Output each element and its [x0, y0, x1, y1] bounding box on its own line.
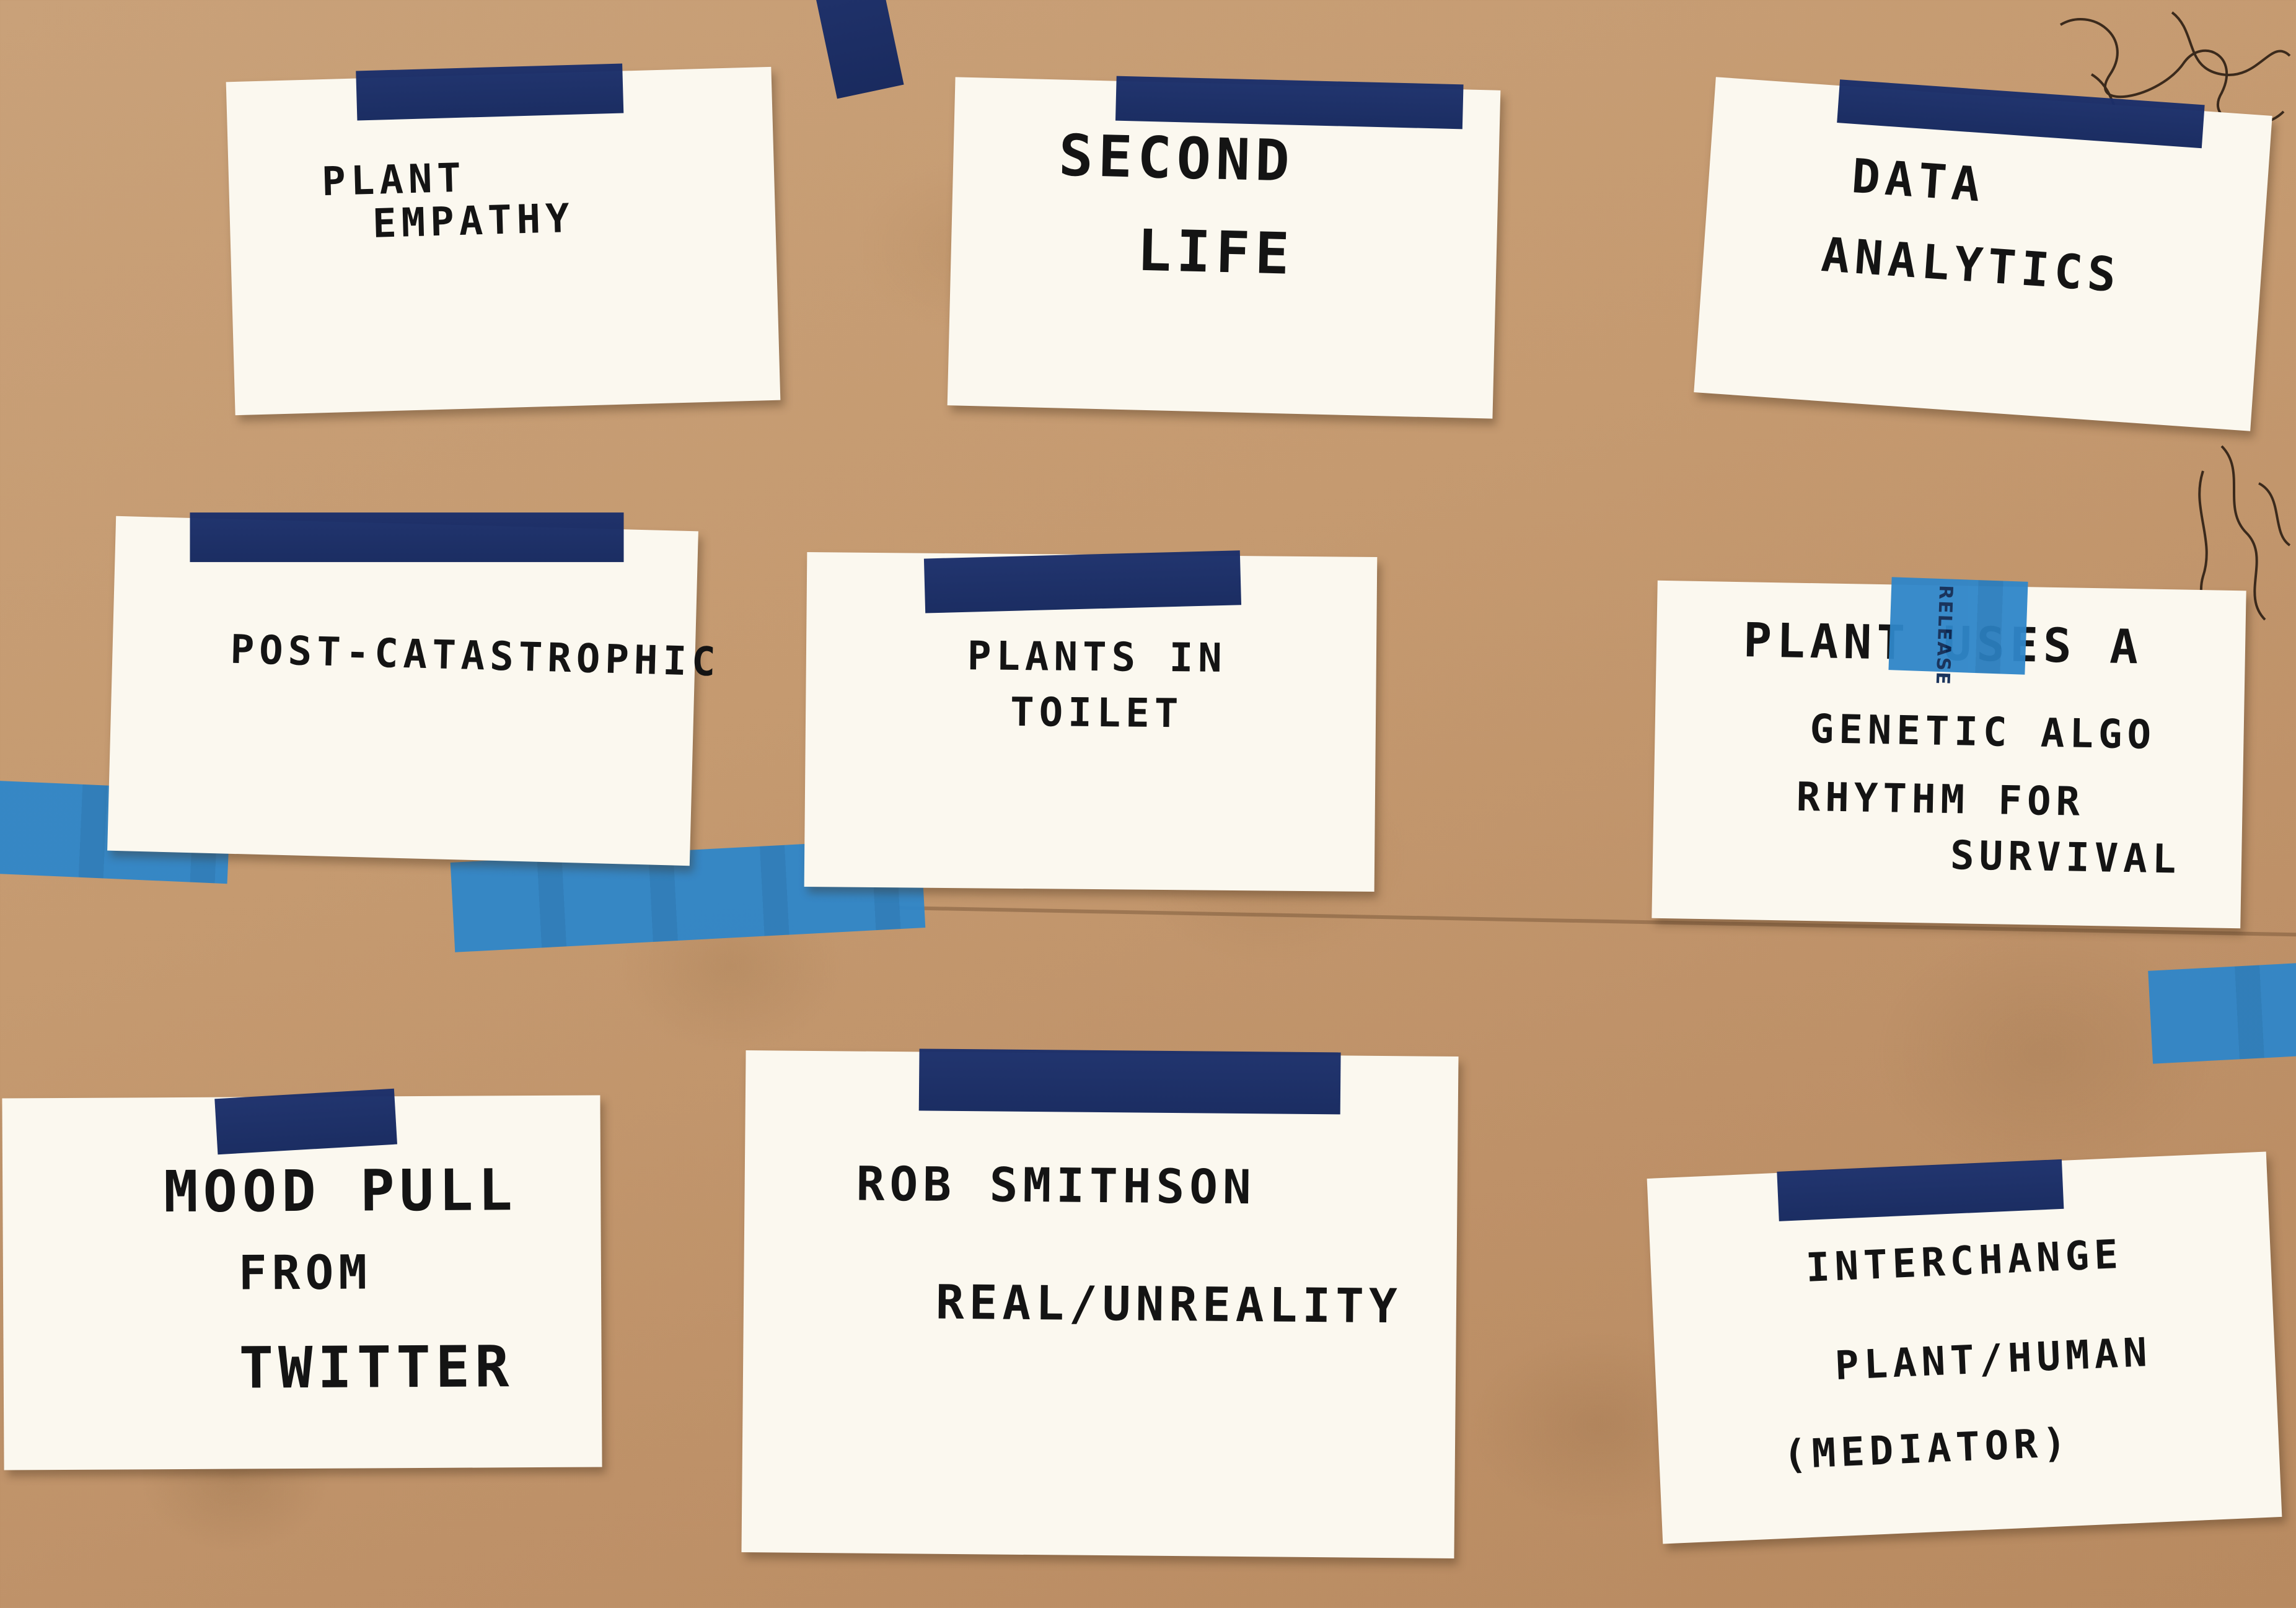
tape-strip	[918, 1048, 1341, 1115]
card-label-line: INTERCHANGE	[1805, 1231, 2124, 1292]
tape-strip	[190, 512, 624, 563]
index-card: SECOND LIFE	[947, 76, 1501, 419]
tape-strip	[1115, 76, 1464, 130]
index-card: PLANT EMPATHY	[226, 63, 781, 416]
card-label-line: SURVIVAL	[1950, 833, 2181, 883]
tape-strip	[923, 550, 1242, 613]
tape-strip	[1777, 1159, 2064, 1221]
card-label-line: FROM	[238, 1244, 372, 1301]
card-label-line: ROB SMITHSON	[856, 1156, 1257, 1215]
card-label-line: RHYTHM FOR	[1796, 774, 2085, 825]
release-tape-text: RELEASE	[1931, 584, 1957, 687]
tape-strip	[356, 63, 624, 121]
card-label-line: SECOND	[1058, 122, 1296, 195]
card-label-line: PLANT/HUMAN	[1834, 1329, 2153, 1390]
card-label-line: LIFE	[1136, 217, 1295, 288]
index-card: PLANTS IN TOILET	[804, 550, 1378, 892]
card-label-line: EMPATHY	[372, 195, 575, 247]
index-card: INTERCHANGE PLANT/HUMAN (MEDIATOR)	[1647, 1151, 2282, 1544]
card-label-line: TOILET	[1009, 689, 1184, 737]
blue-tape-strip	[2148, 962, 2296, 1064]
card-label-line: REAL/UNREALITY	[935, 1274, 1402, 1334]
card-label-line: TWITTER	[239, 1333, 514, 1402]
card-label-line: DATA	[1850, 148, 1987, 213]
card-label-line: PLANTS IN	[967, 633, 1228, 682]
release-tape: RELEASE	[1888, 577, 2028, 686]
card-label-line: ANALYTICS	[1819, 226, 2123, 303]
card-label-line: PLANT	[321, 155, 467, 206]
index-card: DATA ANALYTICS	[1694, 77, 2272, 431]
card-label-line: MOOD PULL	[163, 1157, 518, 1226]
index-card: POST-CATASTROPHIC	[107, 512, 721, 866]
card-label-line: GENETIC ALGO	[1810, 706, 2157, 758]
card-label-line: POST-CATASTROPHIC	[229, 626, 721, 686]
card-label-line: (MEDIATOR)	[1782, 1420, 2072, 1478]
index-card: MOOD PULL FROM TWITTER	[2, 1088, 602, 1470]
index-card: ROB SMITHSON REAL/UNREALITY	[741, 1048, 1459, 1559]
tape-strip	[214, 1088, 397, 1155]
dark-tape-piece	[812, 0, 904, 99]
